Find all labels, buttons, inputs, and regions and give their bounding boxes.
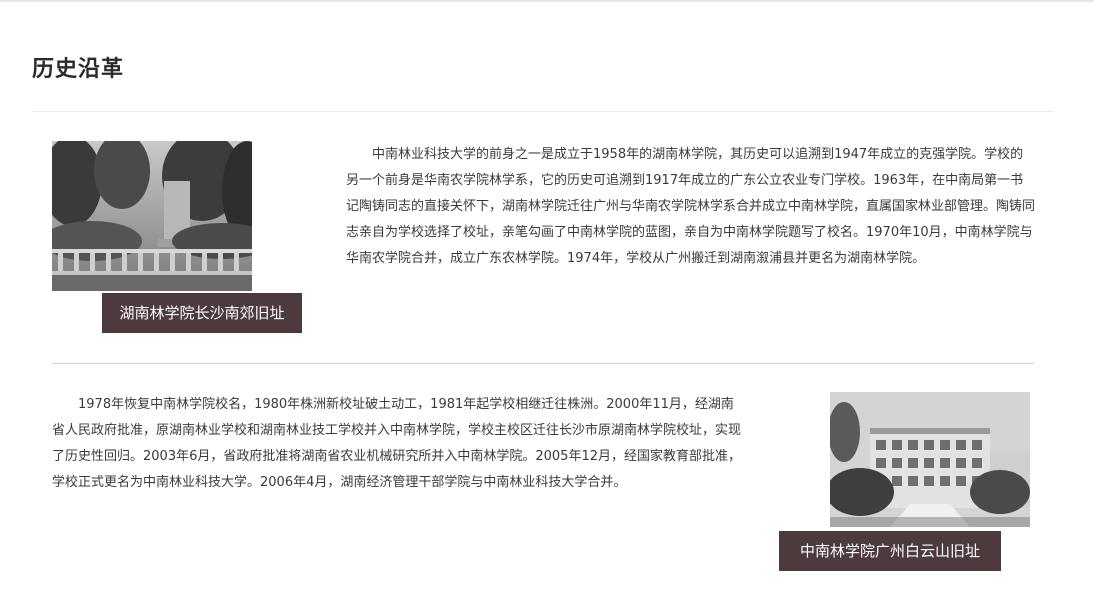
old-campus-building-photo-icon bbox=[830, 392, 1030, 527]
history-paragraph-1: 中南林业科技大学的前身之一是成立于1958年的湖南林学院，其历史可以追溯到194… bbox=[346, 147, 1036, 266]
top-border bbox=[0, 0, 1094, 2]
photo-caption-guangzhou: 中南林学院广州白云山旧址 bbox=[779, 531, 1001, 571]
title-divider bbox=[32, 111, 1054, 112]
history-paragraph-2: 1978年恢复中南林学院校名，1980年株洲新校址破土动工，1981年起学校相继… bbox=[52, 397, 742, 490]
changsha-campus-photo bbox=[52, 141, 252, 291]
old-campus-garden-photo-icon bbox=[52, 141, 252, 291]
photo-caption-changsha: 湖南林学院长沙南郊旧址 bbox=[102, 293, 302, 333]
section-divider bbox=[52, 363, 1034, 364]
guangzhou-campus-photo bbox=[830, 392, 1030, 527]
page-title: 历史沿革 bbox=[32, 57, 125, 82]
